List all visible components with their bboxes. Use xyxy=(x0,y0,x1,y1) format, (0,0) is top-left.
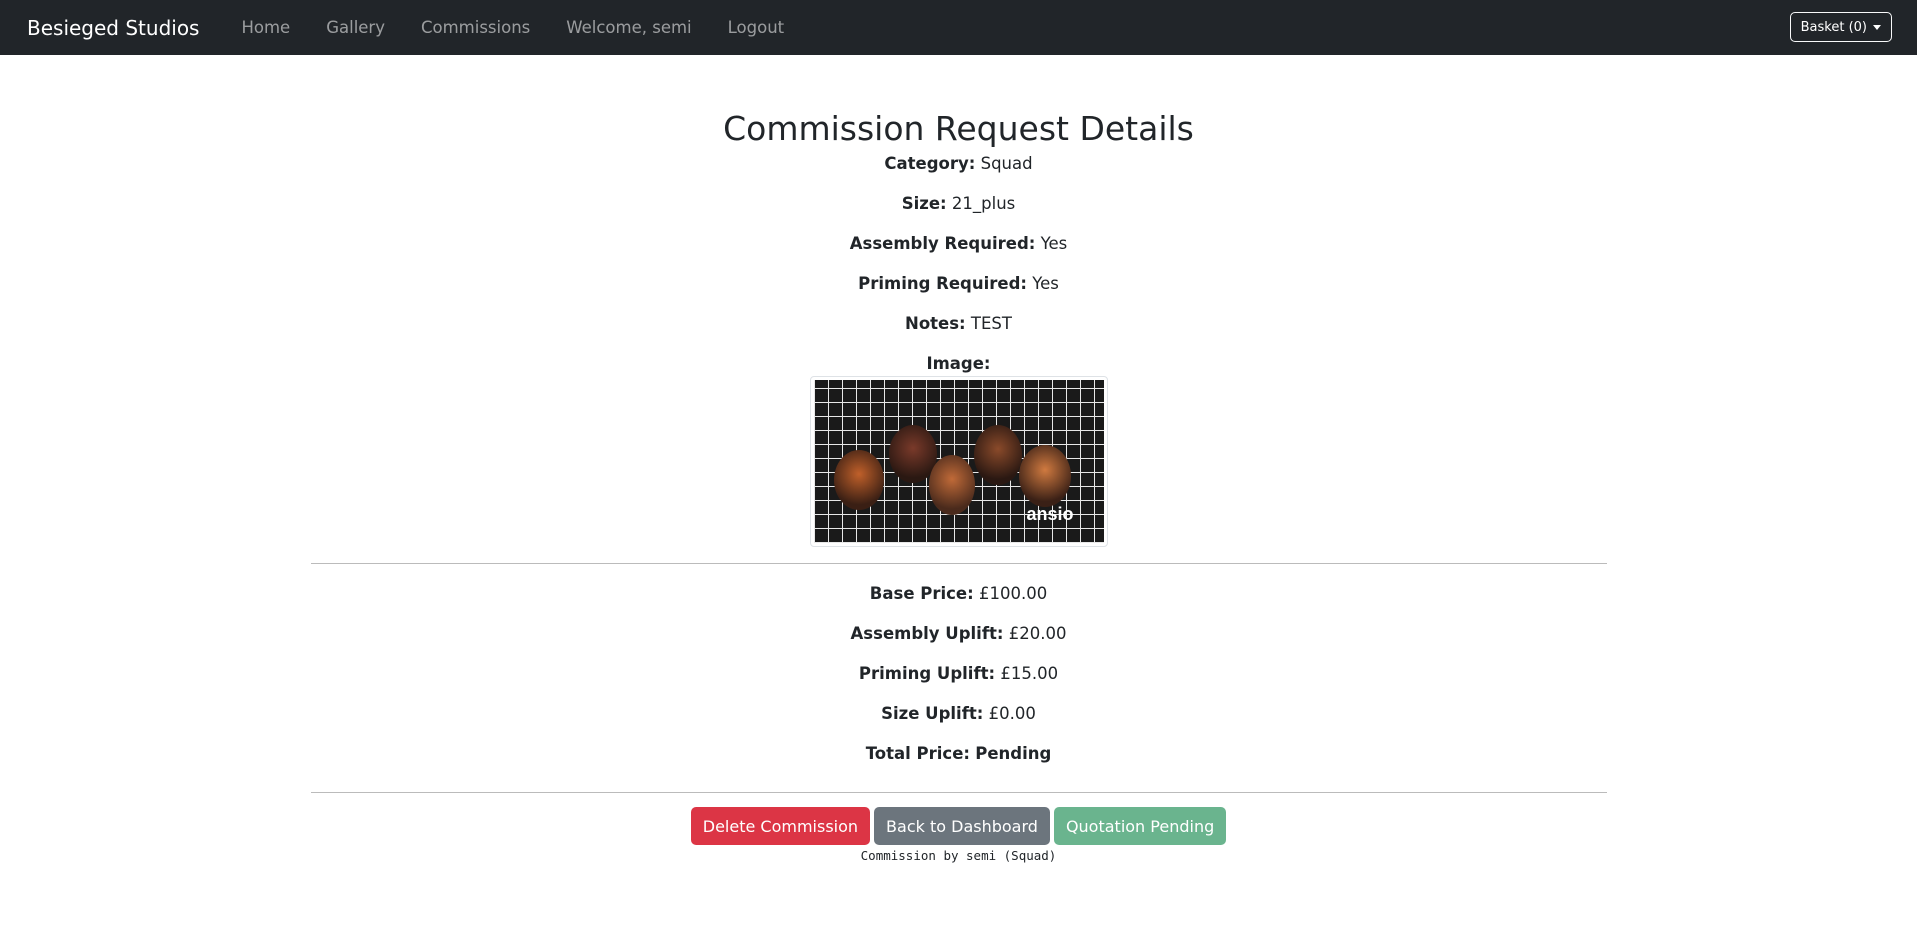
price-base: Base Price: £100.00 xyxy=(311,584,1607,624)
back-to-dashboard-button[interactable]: Back to Dashboard xyxy=(874,807,1050,845)
price-label: Assembly Uplift: xyxy=(850,624,1004,643)
miniature-figure xyxy=(833,450,884,510)
detail-value: 21_plus xyxy=(951,194,1016,213)
price-value: £20.00 xyxy=(1008,624,1067,643)
nav-home-link[interactable]: Home xyxy=(241,18,290,37)
detail-label: Assembly Required: xyxy=(849,234,1036,253)
detail-size: Size: 21_plus xyxy=(311,194,1607,234)
top-navbar: Besieged Studios Home Gallery Commission… xyxy=(0,0,1917,55)
price-label: Priming Uplift: xyxy=(858,664,996,683)
basket-dropdown-button[interactable]: Basket (0) xyxy=(1789,12,1892,42)
detail-assembly: Assembly Required: Yes xyxy=(311,234,1607,274)
detail-priming: Priming Required: Yes xyxy=(311,274,1607,314)
detail-category: Category: Squad xyxy=(311,154,1607,194)
price-priming-uplift: Priming Uplift: £15.00 xyxy=(311,664,1607,704)
basket-label: Basket (0) xyxy=(1800,19,1867,35)
page-title: Commission Request Details xyxy=(723,109,1194,148)
image-watermark: ansio xyxy=(1026,504,1074,524)
total-value: Pending xyxy=(975,744,1052,763)
price-value: £100.00 xyxy=(978,584,1048,603)
total-label: Total Price: xyxy=(865,744,970,763)
commission-footer-note: Commission by semi (Squad) xyxy=(860,848,1057,863)
caret-down-icon xyxy=(1873,24,1881,30)
miniature-figure xyxy=(928,455,975,515)
action-buttons: Delete Commission Back to Dashboard Quot… xyxy=(311,807,1607,845)
price-assembly-uplift: Assembly Uplift: £20.00 xyxy=(311,624,1607,664)
divider xyxy=(310,792,1607,793)
price-value: £0.00 xyxy=(988,704,1036,723)
detail-label: Size: xyxy=(901,194,947,213)
nav-welcome-link[interactable]: Welcome, semi xyxy=(566,18,691,37)
price-size-uplift: Size Uplift: £0.00 xyxy=(311,704,1607,744)
detail-value: Yes xyxy=(1032,274,1059,293)
detail-notes: Notes: TEST xyxy=(311,314,1607,354)
commission-image-frame: ansio xyxy=(809,376,1108,547)
price-value: £15.00 xyxy=(1000,664,1059,683)
miniature-figure xyxy=(1018,445,1071,507)
nav-logout-link[interactable]: Logout xyxy=(728,18,785,37)
brand-logo-link[interactable]: Besieged Studios xyxy=(27,16,199,40)
image-label: Image: xyxy=(926,354,991,373)
quotation-pending-button[interactable]: Quotation Pending xyxy=(1053,807,1227,845)
commission-image[interactable]: ansio xyxy=(813,380,1104,543)
detail-label: Notes: xyxy=(905,314,966,333)
detail-label: Priming Required: xyxy=(858,274,1027,293)
detail-label: Category: xyxy=(884,154,976,173)
price-total: Total Price: Pending xyxy=(311,744,1607,764)
detail-value: Squad xyxy=(980,154,1033,173)
main-content: Commission Request Details Category: Squ… xyxy=(310,104,1607,863)
delete-commission-button[interactable]: Delete Commission xyxy=(690,807,871,845)
nav-commissions-link[interactable]: Commissions xyxy=(421,18,530,37)
detail-value: Yes xyxy=(1040,234,1068,253)
miniature-figure xyxy=(973,425,1022,485)
nav-gallery-link[interactable]: Gallery xyxy=(326,18,385,37)
divider xyxy=(310,563,1607,564)
detail-value: TEST xyxy=(970,314,1012,333)
price-label: Base Price: xyxy=(869,584,974,603)
price-label: Size Uplift: xyxy=(881,704,984,723)
